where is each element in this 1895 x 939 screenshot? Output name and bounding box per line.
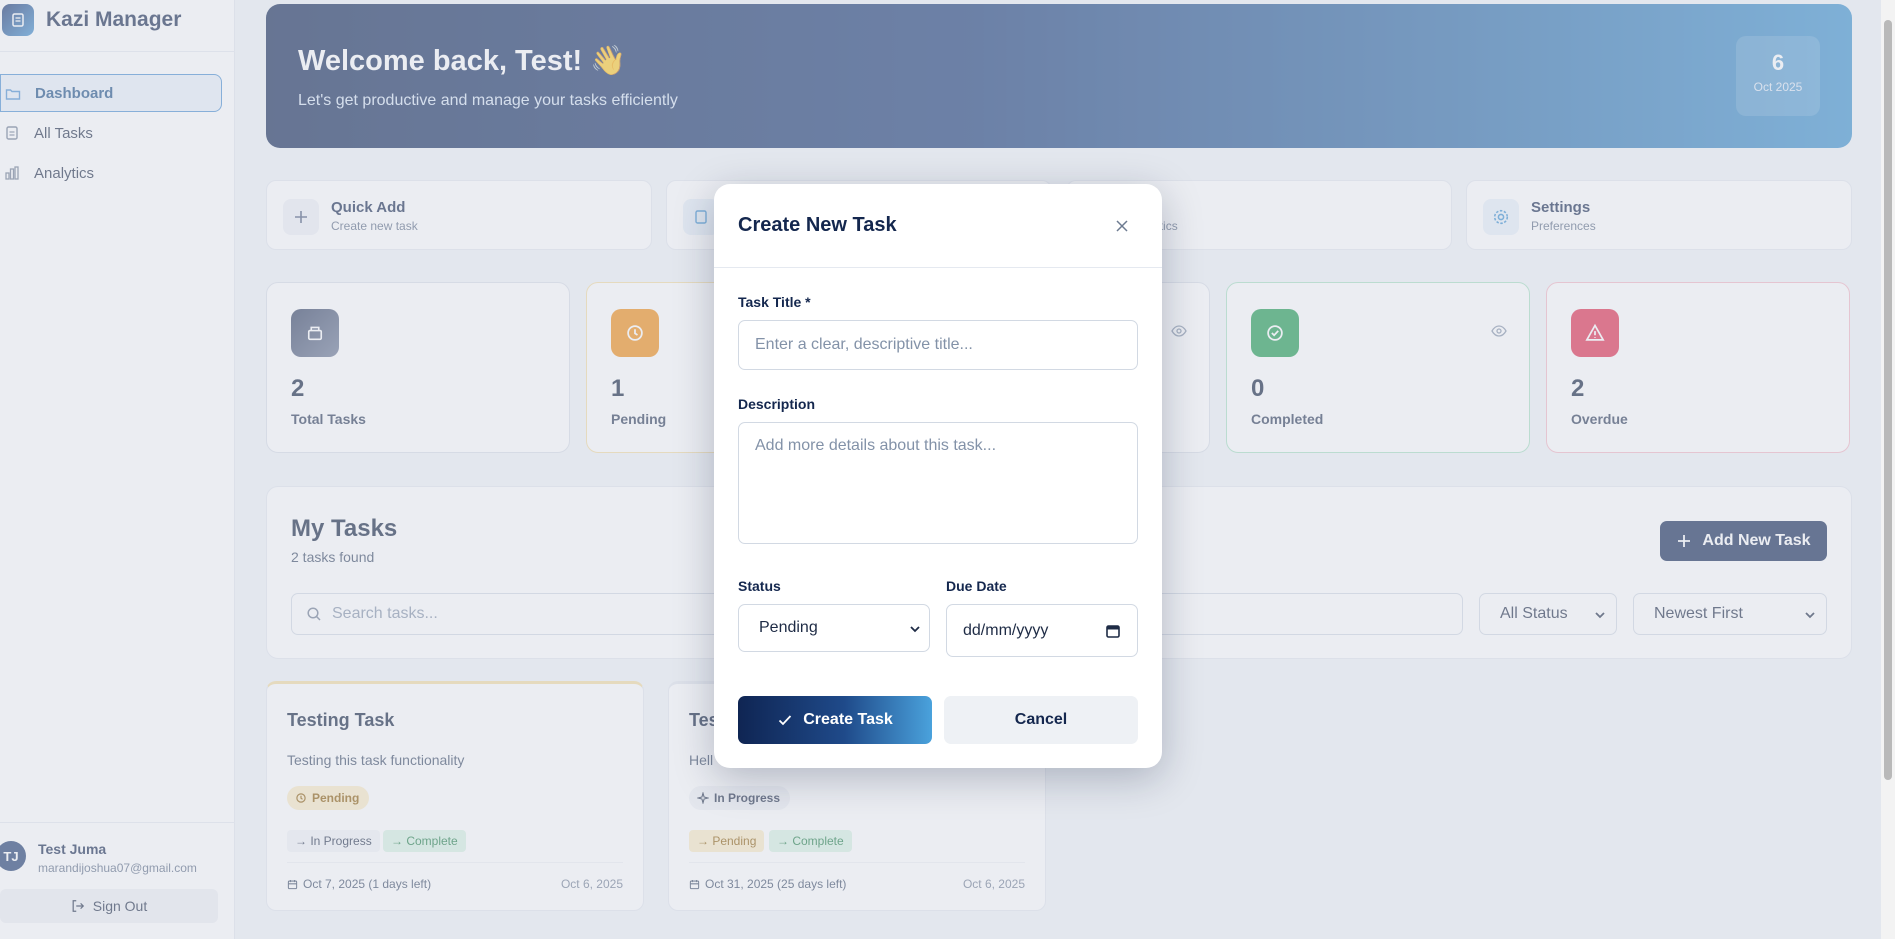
cancel-button[interactable]: Cancel <box>944 696 1138 744</box>
close-icon[interactable] <box>1114 218 1130 234</box>
calendar-icon[interactable] <box>1105 623 1121 639</box>
modal-title: Create New Task <box>738 214 897 236</box>
due-date-input[interactable]: dd/mm/yyyy <box>946 604 1138 657</box>
create-task-label: Create Task <box>803 711 893 728</box>
status-label: Status <box>738 578 781 594</box>
description-label: Description <box>738 396 816 412</box>
status-select[interactable]: Pending <box>738 604 930 652</box>
page-scrollbar[interactable] <box>1881 0 1895 939</box>
cancel-label: Cancel <box>1014 711 1068 728</box>
modal-header: Create New Task <box>714 184 1162 268</box>
task-title-label: Task Title * <box>738 294 811 310</box>
description-textarea[interactable] <box>738 422 1138 544</box>
due-date-label: Due Date <box>946 578 1007 594</box>
status-select-value: Pending <box>759 619 818 636</box>
check-icon <box>779 715 792 726</box>
task-title-input[interactable] <box>738 320 1138 370</box>
create-task-button[interactable]: Create Task <box>738 696 932 744</box>
create-task-modal: Create New Task Task Title * Description… <box>714 184 1162 768</box>
chevron-down-icon <box>910 626 920 633</box>
due-date-placeholder: dd/mm/yyyy <box>963 621 1049 639</box>
scrollbar-thumb[interactable] <box>1884 20 1892 780</box>
